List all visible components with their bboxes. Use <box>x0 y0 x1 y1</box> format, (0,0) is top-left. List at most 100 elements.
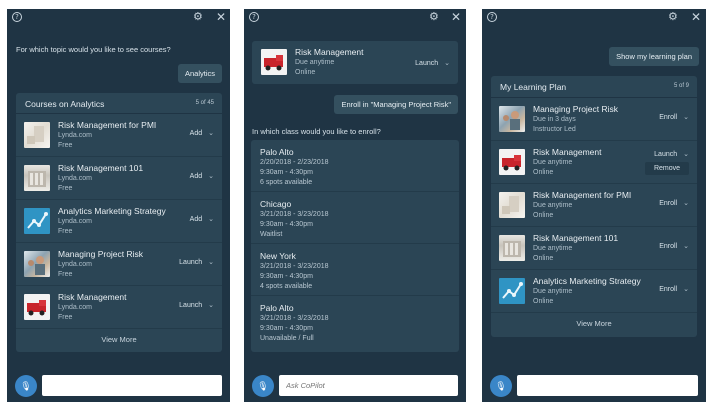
enroll-button[interactable]: Enroll ⌄ <box>659 285 689 293</box>
chevron-down-icon[interactable]: ⌄ <box>683 200 689 207</box>
course-row[interactable]: Risk Management 101 Lynda.com Free Add ⌄ <box>16 157 222 200</box>
help-icon[interactable]: ? <box>249 12 259 22</box>
courses-card: Courses on Analytics 5 of 45 Risk Manage… <box>16 93 222 352</box>
chevron-down-icon[interactable]: ⌄ <box>208 130 214 137</box>
chat-input[interactable] <box>517 375 698 396</box>
enroll-button[interactable]: Enroll ⌄ <box>659 113 689 121</box>
launch-course-button[interactable]: Launch ⌄ <box>654 150 689 158</box>
launch-course-button[interactable]: Launch ⌄ <box>415 59 450 67</box>
course-title: Risk Management for PMI <box>533 190 632 200</box>
launch-course-button[interactable]: Launch ⌄ <box>179 301 214 309</box>
course-price: Free <box>58 228 73 235</box>
chevron-down-icon[interactable]: ⌄ <box>444 60 450 67</box>
plan-item[interactable]: Risk Management 101 Due anytime Online E… <box>491 227 697 270</box>
plan-item[interactable]: Analytics Marketing Strategy Due anytime… <box>491 270 697 313</box>
course-due: Due in 3 days <box>533 116 576 123</box>
course-price: Free <box>58 271 73 278</box>
ask-copilot-input[interactable] <box>279 375 458 396</box>
enroll-button[interactable]: Enroll ⌄ <box>659 199 689 207</box>
class-status: 6 spots available <box>260 179 313 186</box>
class-option[interactable]: Palo Alto 3/21/2018 - 3/23/2018 9:30am -… <box>251 296 459 352</box>
chat-input[interactable] <box>42 375 222 396</box>
remove-menu-item[interactable]: Remove <box>645 162 689 175</box>
plan-item[interactable]: Managing Project Risk Due in 3 days Inst… <box>491 98 697 141</box>
action-label: Launch <box>654 151 678 158</box>
course-row[interactable]: Risk Management Lynda.com Free Launch ⌄ <box>16 286 222 329</box>
course-row[interactable]: Analytics Marketing Strategy Lynda.com F… <box>16 200 222 243</box>
course-thumbnail <box>499 106 525 132</box>
course-price: Free <box>58 142 73 149</box>
class-city: Chicago <box>260 199 292 209</box>
chevron-down-icon[interactable]: ⌄ <box>683 286 689 293</box>
course-mode: Online <box>533 169 554 176</box>
class-time: 9:30am - 4:30pm <box>260 273 313 280</box>
course-due: Due anytime <box>533 288 573 295</box>
card-count: 5 of 45 <box>195 100 214 106</box>
chevron-down-icon[interactable]: ⌄ <box>683 243 689 250</box>
course-row[interactable]: Risk Management for PMI Lynda.com Free A… <box>16 114 222 157</box>
course-card[interactable]: Risk Management Due anytime Online Launc… <box>252 41 458 84</box>
plan-item[interactable]: Risk Management Due anytime Online Launc… <box>491 141 697 184</box>
enroll-button[interactable]: Enroll ⌄ <box>659 242 689 250</box>
class-status: Unavailable / Full <box>260 335 314 342</box>
microphone-icon[interactable]: 🎙 <box>490 375 512 397</box>
close-icon[interactable]: ✕ <box>216 11 226 23</box>
add-course-button[interactable]: Add ⌄ <box>190 172 214 180</box>
launch-course-button[interactable]: Launch ⌄ <box>179 258 214 266</box>
help-icon[interactable]: ? <box>12 12 22 22</box>
action-label: Add <box>189 216 203 223</box>
help-icon[interactable]: ? <box>487 12 497 22</box>
class-city: New York <box>260 251 296 261</box>
course-thumbnail <box>499 149 525 175</box>
course-due: Due anytime <box>533 245 573 252</box>
course-row[interactable]: Managing Project Risk Lynda.com Free Lau… <box>16 243 222 286</box>
course-thumbnail <box>24 294 50 320</box>
close-icon[interactable]: ✕ <box>451 11 461 23</box>
gear-icon[interactable]: ⚙ <box>193 11 203 22</box>
user-message: Enroll in "Managing Project Risk" <box>334 95 458 114</box>
class-time: 9:30am - 4:30pm <box>260 169 313 176</box>
chevron-down-icon[interactable]: ⌄ <box>208 302 214 309</box>
class-dates: 3/21/2018 - 3/23/2018 <box>260 211 329 218</box>
class-status: Waitlist <box>260 231 283 238</box>
class-option[interactable]: Palo Alto 2/20/2018 - 2/23/2018 9:30am -… <box>251 140 459 192</box>
copilot-panel-enroll: ? ⚙ ✕ Risk Management Due anytime Online… <box>244 9 466 402</box>
chevron-down-icon[interactable]: ⌄ <box>208 216 214 223</box>
panel-topbar: ? ⚙ ✕ <box>244 9 466 27</box>
course-title: Risk Management 101 <box>533 233 619 243</box>
class-city: Palo Alto <box>260 303 294 313</box>
class-option[interactable]: Chicago 3/21/2018 - 3/23/2018 9:30am - 4… <box>251 192 459 244</box>
plan-item[interactable]: Risk Management for PMI Due anytime Onli… <box>491 184 697 227</box>
course-source: Lynda.com <box>58 132 92 139</box>
chevron-down-icon[interactable]: ⌄ <box>208 173 214 180</box>
view-more-link[interactable]: View More <box>491 313 697 335</box>
add-course-button[interactable]: Add ⌄ <box>190 215 214 223</box>
user-message: Show my learning plan <box>609 47 699 66</box>
chevron-down-icon[interactable]: ⌄ <box>208 259 214 266</box>
course-title: Risk Management 101 <box>58 163 144 173</box>
microphone-icon[interactable]: 🎙 <box>252 375 274 397</box>
microphone-icon[interactable]: 🎙 <box>15 375 37 397</box>
action-label: Enroll <box>659 200 678 207</box>
gear-icon[interactable]: ⚙ <box>668 11 678 22</box>
view-more-link[interactable]: View More <box>16 329 222 351</box>
course-title: Risk Management <box>533 147 602 157</box>
gear-icon[interactable]: ⚙ <box>429 11 439 22</box>
class-option[interactable]: New York 3/21/2018 - 3/23/2018 9:30am - … <box>251 244 459 296</box>
course-source: Lynda.com <box>58 304 92 311</box>
close-icon[interactable]: ✕ <box>691 11 701 23</box>
course-source: Lynda.com <box>58 175 92 182</box>
course-title: Managing Project Risk <box>533 104 619 114</box>
course-due: Due anytime <box>533 159 573 166</box>
course-thumbnail <box>499 235 525 261</box>
copilot-panel-learning-plan: ? ⚙ ✕ Show my learning plan My Learning … <box>482 9 706 402</box>
course-thumbnail <box>24 122 50 148</box>
user-message: Analytics <box>177 64 222 83</box>
action-label: Launch <box>179 302 203 309</box>
card-count: 5 of 9 <box>673 83 689 89</box>
chevron-down-icon[interactable]: ⌄ <box>683 151 689 158</box>
chevron-down-icon[interactable]: ⌄ <box>683 114 689 121</box>
copilot-panel-courses: ? ⚙ ✕ For which topic would you like to … <box>7 9 230 402</box>
add-course-button[interactable]: Add ⌄ <box>190 129 214 137</box>
course-price: Free <box>58 314 73 321</box>
